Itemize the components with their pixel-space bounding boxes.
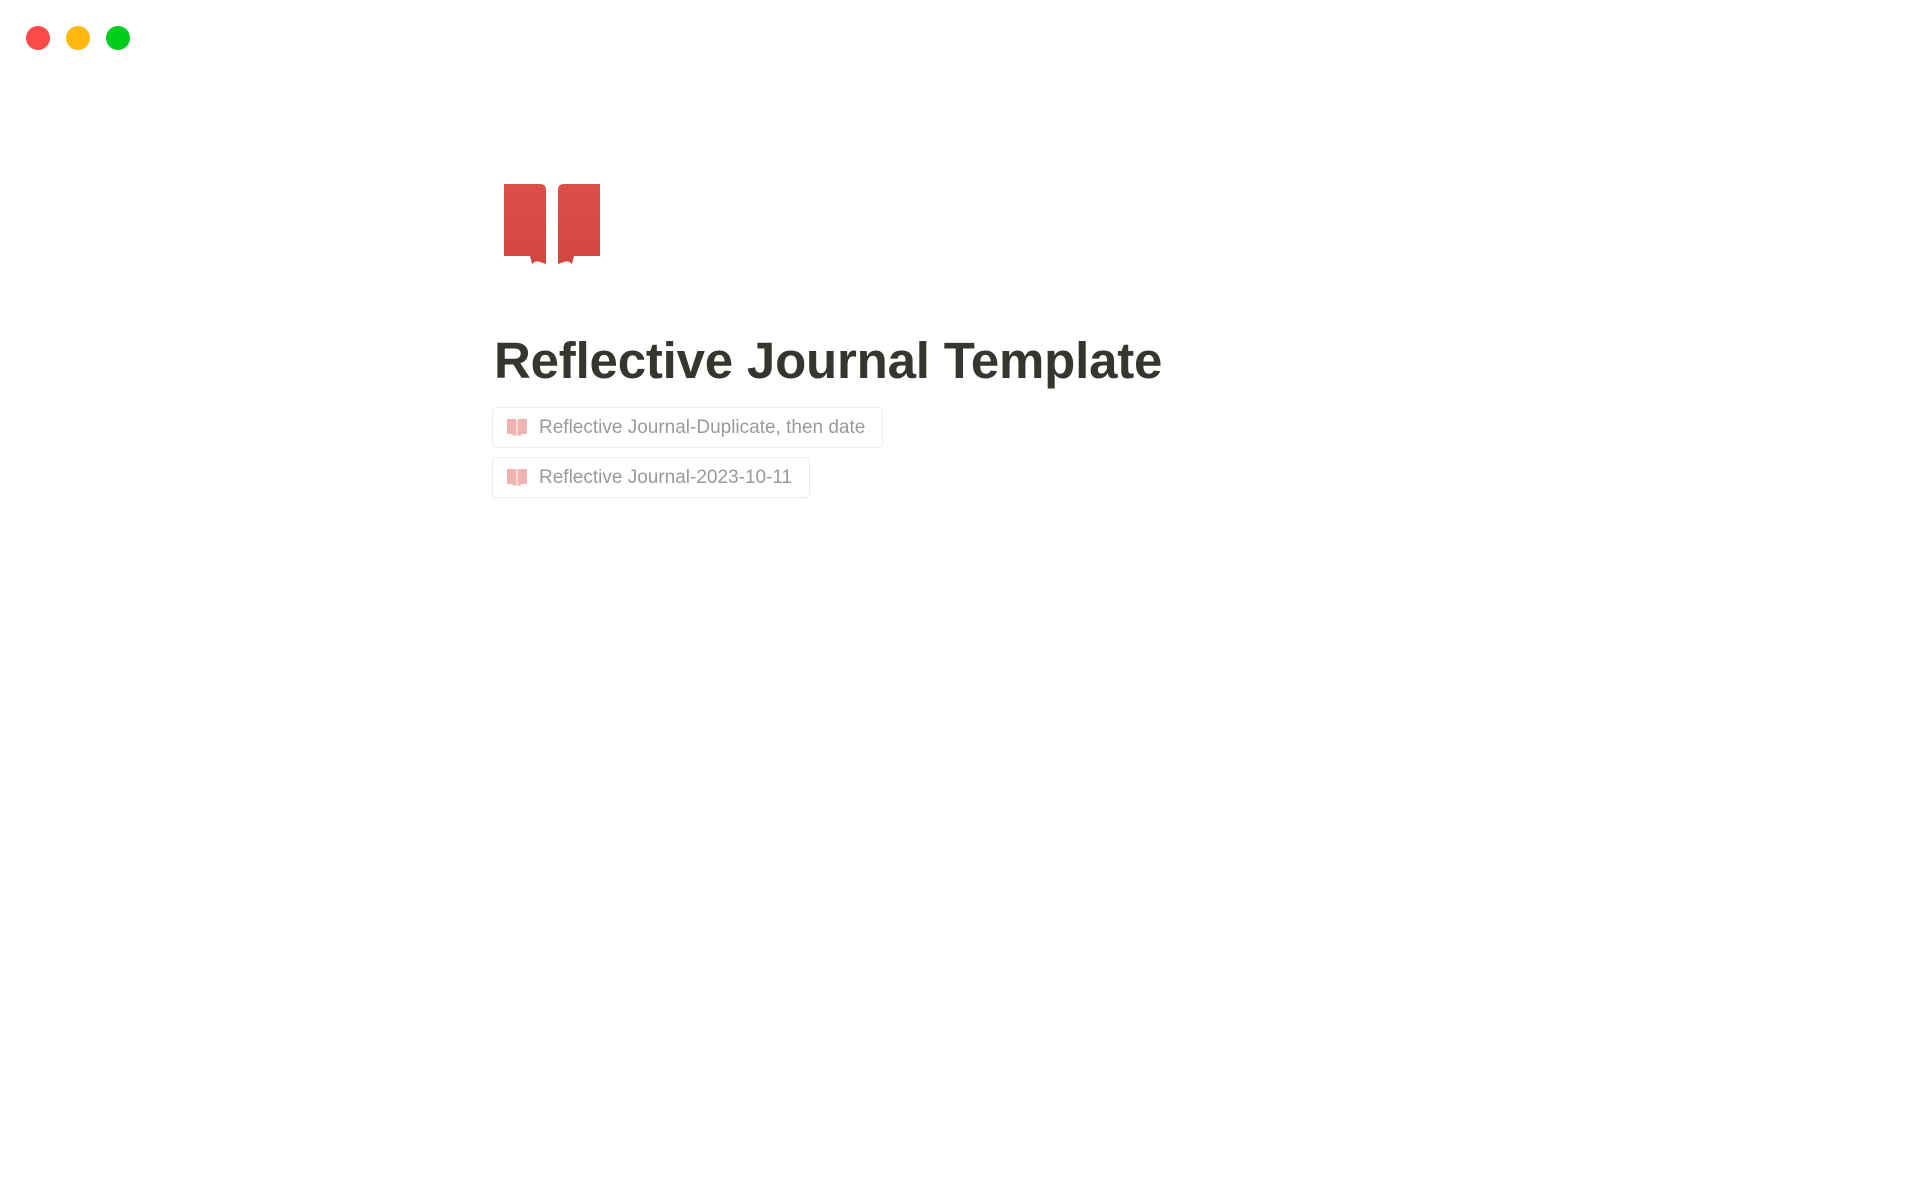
subpage-label: Reflective Journal-Duplicate, then date [539, 416, 866, 438]
maximize-window-button[interactable] [106, 26, 130, 50]
open-book-icon [505, 466, 529, 490]
open-book-icon[interactable] [500, 180, 604, 284]
subpage-label: Reflective Journal-2023-10-11 [539, 466, 793, 488]
minimize-window-button[interactable] [66, 26, 90, 50]
window-controls [26, 26, 130, 50]
close-window-button[interactable] [26, 26, 50, 50]
subpage-link-2023-10-11[interactable]: Reflective Journal-2023-10-11 [492, 457, 811, 498]
page-title[interactable]: Reflective Journal Template [494, 326, 1162, 396]
open-book-icon [505, 416, 529, 440]
subpage-list: Reflective Journal-Duplicate, then date … [492, 407, 884, 498]
subpage-link-duplicate-then-date[interactable]: Reflective Journal-Duplicate, then date [492, 407, 884, 448]
